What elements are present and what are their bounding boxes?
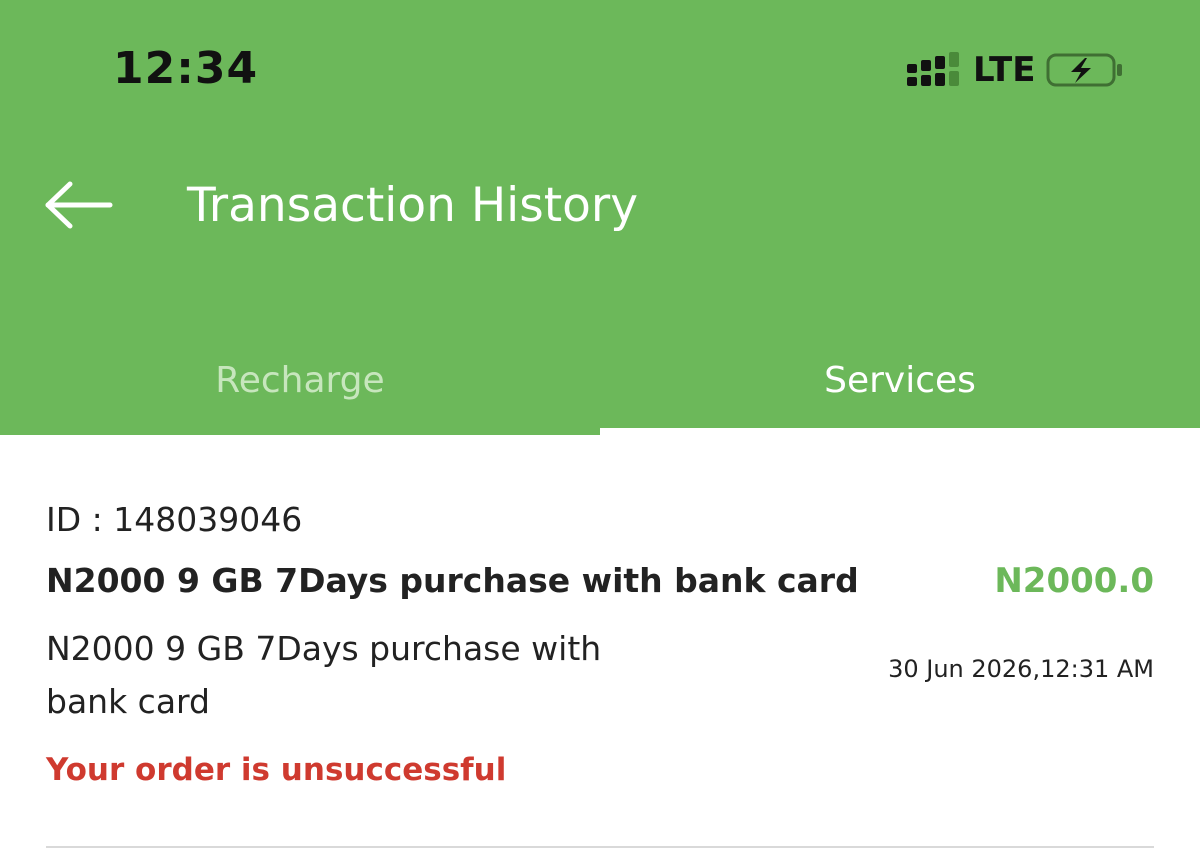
page-title: Transaction History [187, 178, 639, 233]
tab-services-label: Services [824, 359, 976, 401]
arrow-left-icon [45, 181, 113, 229]
status-time: 12:34 [113, 43, 259, 94]
transaction-name: N2000 9 GB 7Days purchase with bank card [46, 561, 859, 600]
transaction-id: ID : 148039046 [46, 500, 303, 539]
transaction-item[interactable]: ID : 148039046 N2000 9 GB 7Days purchase… [46, 435, 1154, 847]
battery-charging-icon [1046, 53, 1123, 87]
active-tab-indicator [600, 428, 1200, 435]
tab-services[interactable]: Services [600, 330, 1200, 430]
transaction-amount: N2000.0 [994, 561, 1154, 601]
app-bar: 12:34 LTE Transaction History Recharge S… [0, 0, 1200, 435]
transaction-status: Your order is unsuccessful [46, 752, 507, 788]
network-type: LTE [973, 50, 1036, 90]
tab-recharge-label: Recharge [215, 359, 385, 401]
back-button[interactable] [38, 170, 118, 240]
signal-icon [907, 52, 959, 86]
tab-recharge[interactable]: Recharge [0, 330, 600, 430]
status-indicators: LTE [905, 48, 1125, 92]
transaction-datetime: 30 Jun 2026,12:31 AM [888, 655, 1154, 683]
list-divider [46, 846, 1154, 848]
transaction-history-screen: 12:34 LTE Transaction History Recharge S… [0, 0, 1200, 860]
transaction-description: N2000 9 GB 7Days purchase with bank card [46, 629, 602, 721]
